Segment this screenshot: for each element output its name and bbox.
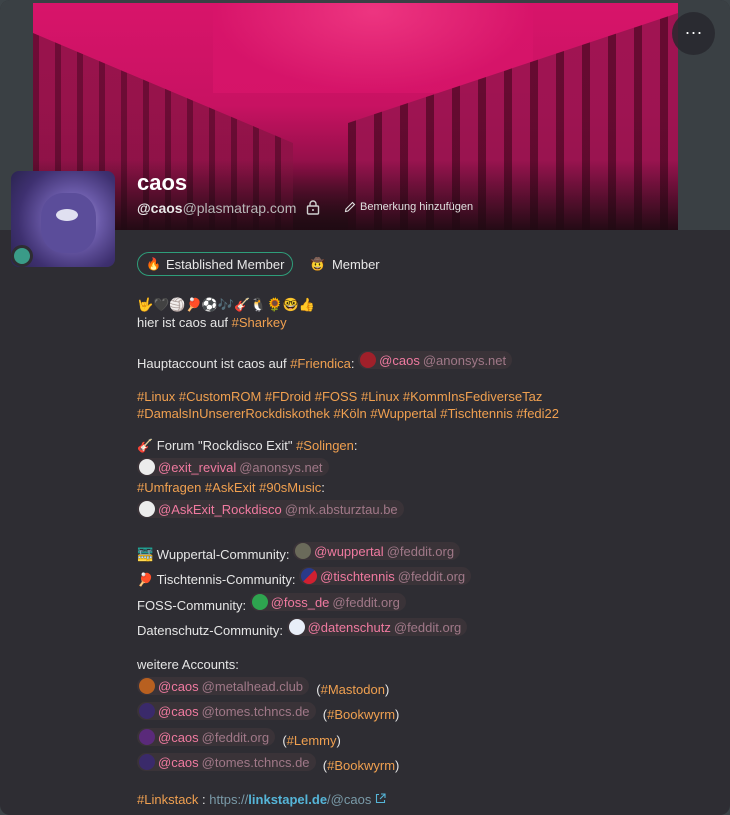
mention-link[interactable]: @caos @tomes.tchncs.de [137,753,316,771]
bio-account-row: @caos @tomes.tchncs.de (#Bookwyrm) [137,702,399,722]
bio-exit-mention: @exit_revival @anonsys.net [137,458,329,478]
bio-forum-line: 🎸 Forum "Rockdisco Exit" #Solingen: [137,438,358,453]
bio-linkstack-line: #Linkstack : https://linkstapel.de/@caos [137,792,386,807]
badge-label: Established Member [165,256,285,272]
mention-avatar [288,619,305,635]
mention-link[interactable]: @exit_revival @anonsys.net [137,458,329,476]
mention-avatar [139,459,155,475]
hashtag-link[interactable]: #Solingen [296,438,354,453]
hashtag-link[interactable]: #Friendica [290,356,351,371]
bio-main-account: Hauptaccount ist caos auf #Friendica: @c… [137,351,513,371]
bio-wuppertal-line: 🚟 Wuppertal-Community: @wuppertal @feddit… [137,542,461,563]
role-badge-member[interactable]: 🤠 Member [310,252,380,276]
mention-avatar [139,703,155,719]
badge-label: Member [331,256,380,272]
bio-account-row: @caos @feddit.org (#Lemmy) [137,728,341,748]
bio-ask-line: #Umfragen #AskExit #90sMusic: [137,480,325,495]
bio-hashtags-1[interactable]: #Linux #CustomROM #FDroid #FOSS #Linux #… [137,389,542,404]
hashtag-link[interactable]: #Sharkey [232,315,287,330]
more-icon: ··· [684,22,703,42]
hashtag-link[interactable]: #Bookwyrm [327,758,395,773]
external-link-icon [375,793,386,804]
mention-link[interactable]: @caos @tomes.tchncs.de [137,702,316,720]
profile-name: caos [137,170,188,195]
cowboy-icon: 🤠 [310,257,325,271]
mention-link[interactable]: @caos @metalhead.club [137,677,310,695]
ping-pong-icon: 🏓 [137,572,154,587]
fire-icon: 🔥 [146,257,161,271]
hashtag-link[interactable]: #Mastodon [321,682,385,697]
profile-handle: @caos@plasmatrap.com [137,200,296,216]
hashtag-link[interactable]: #Bookwyrm [327,707,395,722]
mention-link[interactable]: @tischtennis @feddit.org [299,567,472,585]
bio-line: hier ist caos auf #Sharkey [137,315,287,330]
bio-tischtennis-line: 🏓 Tischtennis-Community: @tischtennis @fe… [137,567,472,588]
pencil-icon [344,201,356,213]
bio-account-row: @caos @metalhead.club (#Mastodon) [137,677,389,697]
handle-user: @caos [137,200,183,216]
more-options-button[interactable]: ··· [672,12,715,55]
bio-more-accounts: weitere Accounts: [137,657,239,672]
mention-link[interactable]: @foss_de @feddit.org [249,593,406,611]
hashtag-link[interactable]: #Linkstack [137,792,198,807]
mention-link[interactable]: @datenschutz @feddit.org [286,618,468,636]
bio-emoji-line: 🤟🖤🏐🏓⚽🎶🎸🐧🌻🤓👍 [137,297,316,312]
role-badge-established[interactable]: 🔥 Established Member [137,252,294,276]
mention-avatar [139,501,155,517]
profile-banner [33,3,678,230]
bio-hashtags-2[interactable]: #DamalsInUnsererRockdiskothek #Köln #Wup… [137,406,559,421]
add-note-button[interactable]: Bemerkung hinzufügen [344,201,473,213]
bio-askexit-mention: @AskExit_Rockdisco @mk.absturztau.be [137,500,404,520]
add-note-label: Bemerkung hinzufügen [360,201,474,213]
mention-avatar [139,754,155,770]
bio-foss-line: FOSS-Community: @foss_de @feddit.org [137,593,406,613]
profile-page: ··· caos @caos@plasmatrap.com Bemerkung … [0,0,730,815]
handle-host: @plasmatrap.com [182,200,297,216]
mention-link[interactable]: @AskExit_Rockdisco @mk.absturztau.be [137,500,404,518]
guitar-icon: 🎸 [137,438,154,453]
hashtag-link[interactable]: #Umfragen #AskExit #90sMusic [137,480,321,495]
online-status-indicator [11,245,33,267]
external-link[interactable]: https://linkstapel.de/@caos [209,792,386,807]
mention-avatar [251,594,268,610]
hashtag-link[interactable]: #Lemmy [287,733,337,748]
mention-avatar [139,729,155,745]
mention-link[interactable]: @wuppertal @feddit.org [293,542,461,560]
mention-avatar [139,678,155,694]
mention-avatar [360,352,377,368]
mention-avatar [301,568,318,584]
bio-datenschutz-line: Datenschutz-Community: @datenschutz @fedd… [137,618,468,638]
train-icon: 🚟 [137,547,154,562]
mention-link[interactable]: @caos @feddit.org [137,728,276,746]
lock-icon [306,200,320,215]
bio-account-row: @caos @tomes.tchncs.de (#Bookwyrm) [137,753,399,773]
mention-avatar [295,543,312,559]
mention-link[interactable]: @caos @anonsys.net [358,351,513,369]
